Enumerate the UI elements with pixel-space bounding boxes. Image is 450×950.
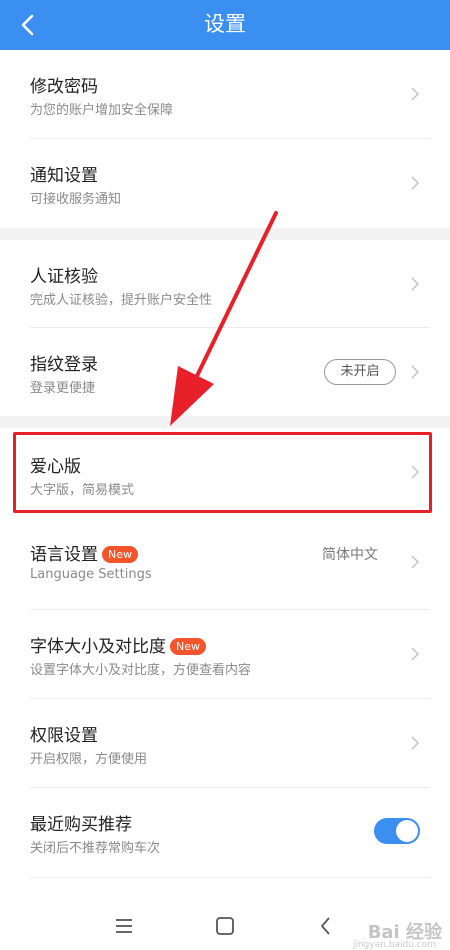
setting-desc: 大字版，简易模式	[30, 483, 135, 498]
setting-desc: 完成人证核验，提升账户安全性	[30, 293, 213, 308]
back-triangle-icon	[321, 917, 330, 935]
setting-desc: 关闭后不推荐常购车次	[30, 841, 161, 856]
setting-name: 人证核验	[30, 267, 98, 287]
recommendation-toggle[interactable]	[374, 818, 420, 844]
system-navigation-bar	[0, 900, 450, 950]
chevron-right-icon	[411, 555, 420, 569]
setting-permissions[interactable]: 权限设置 开启权限，方便使用	[0, 699, 450, 788]
nav-back-button[interactable]	[314, 914, 338, 938]
nav-home-button[interactable]	[213, 914, 237, 938]
current-language: 简体中文	[322, 547, 378, 563]
section-gap	[0, 228, 450, 240]
status-pill[interactable]: 未开启	[324, 359, 396, 385]
setting-notifications[interactable]: 通知设置 可接收服务通知	[0, 139, 450, 228]
setting-name: 权限设置	[30, 726, 98, 746]
setting-desc: 设置字体大小及对比度，方便查看内容	[30, 663, 252, 678]
setting-name: 指纹登录	[30, 355, 98, 375]
setting-change-password[interactable]: 修改密码 为您的账户增加安全保障	[0, 50, 450, 139]
setting-desc: 可接收服务通知	[30, 192, 122, 207]
new-badge: New	[170, 638, 206, 655]
setting-desc: 为您的账户增加安全保障	[30, 103, 174, 118]
setting-name: 爱心版	[30, 457, 81, 477]
new-badge: New	[102, 546, 138, 563]
setting-name: 字体大小及对比度 New	[30, 632, 206, 657]
setting-recent-purchase-recommendation: 最近购买推荐 关闭后不推荐常购车次	[0, 788, 450, 878]
setting-language[interactable]: 语言设置 New Language Settings 简体中文	[0, 518, 450, 610]
setting-name: 修改密码	[30, 77, 98, 97]
chevron-right-icon	[411, 736, 420, 750]
chevron-right-icon	[411, 465, 420, 479]
page-title: 设置	[204, 12, 246, 36]
setting-name-text: 字体大小及对比度	[30, 637, 166, 657]
setting-identity-verification[interactable]: 人证核验 完成人证核验，提升账户安全性	[0, 240, 450, 328]
setting-desc: 开启权限，方便使用	[30, 752, 148, 767]
setting-fingerprint-login[interactable]: 指纹登录 登录更便捷 未开启	[0, 328, 450, 416]
toggle-knob	[396, 820, 418, 842]
setting-desc: Language Settings	[30, 567, 152, 582]
chevron-right-icon	[411, 277, 420, 291]
setting-name: 语言设置 New	[30, 540, 138, 565]
setting-care-mode[interactable]: 爱心版 大字版，简易模式	[0, 428, 450, 518]
setting-name-text: 语言设置	[30, 545, 98, 565]
chevron-right-icon	[411, 87, 420, 101]
chevron-right-icon	[411, 365, 420, 379]
menu-icon	[116, 919, 132, 933]
home-square-icon	[216, 917, 234, 935]
setting-font-size[interactable]: 字体大小及对比度 New 设置字体大小及对比度，方便查看内容	[0, 610, 450, 699]
setting-name: 通知设置	[30, 166, 98, 186]
row-divider	[30, 877, 430, 878]
nav-menu-button[interactable]	[112, 914, 136, 938]
app-header: 设置	[0, 0, 450, 50]
chevron-right-icon	[411, 647, 420, 661]
chevron-right-icon	[411, 176, 420, 190]
section-gap	[0, 416, 450, 428]
setting-desc: 登录更便捷	[30, 381, 96, 396]
setting-name: 最近购买推荐	[30, 815, 132, 835]
